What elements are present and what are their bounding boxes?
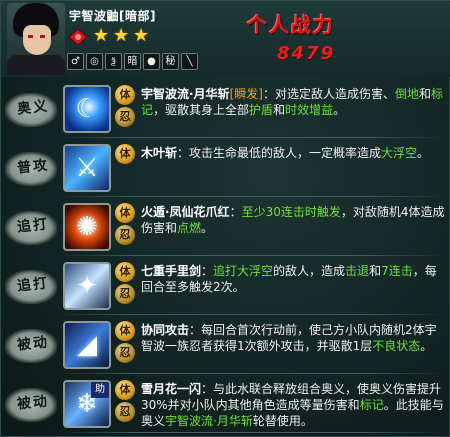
star-icon: ★ [113,25,130,46]
element-icon: 暗 [124,53,141,70]
skill-type-tag: 被动 [5,382,57,426]
skill-row: 被动 ❄ 助体忍雪月花一闪：与此水联合释放组合奥义，使奥义伤害提升30%并对小队内其… [1,374,450,433]
skill-text: ： [201,264,214,278]
element-icon: ѯ [105,53,122,70]
assist-badge: 助 [91,382,109,398]
skill-text: ：对选定敌人造成伤害、 [262,87,395,101]
power-badge: 个人战力 8479 [239,7,369,69]
skill-type-tag: 追打 [5,205,57,249]
skill-text: ： [229,205,242,219]
skill-text: 宇智波流·月华斩 [165,414,253,428]
element-icon: ◎ [86,53,103,70]
rating-stars: ★ ★ ★ [93,27,151,45]
skill-text: 。 [201,221,214,235]
power-value: 8479 [277,43,336,64]
skill-text: 护盾 [249,103,274,117]
kunai-slash-icon[interactable]: ⚔ [63,144,111,192]
ninjutsu-medal-icon: 忍 [115,284,135,304]
skill-name: 火遁·凤仙花爪红 [141,205,230,219]
skill-medals: 体忍 [115,321,137,365]
skill-text: 。 [417,146,430,160]
skill-description: 七重手里剑：追打大浮空的敌人，造成击退和7连击，每回合至多触发2次。 [141,263,445,295]
cooperation-icon[interactable]: ◢ [63,321,111,369]
star-icon: ★ [93,25,110,46]
skill-text: 至少30连击时触发 [241,205,341,219]
character-skill-panel: 宇智波鼬[暗部] ★ ★ ★ ♂ ◎ ѯ 暗 ● 秘 ╲ 个人战力 8479 奥义 ☾ 体忍宇智波流… [0,0,450,437]
skill-text: 和 [369,264,382,278]
skill-description: 宇智波流·月华斩[瞬发]：对选定敌人造成伤害、倒地和标记，驱散其身上全部护盾和时… [141,86,445,118]
skill-name: 雪月花一闪 [141,382,202,396]
skill-description: 协同攻击：每回合首次行动前，使己方小队内随机2体宇智波一族忍者获得1次额外攻击，… [141,322,445,354]
ninjutsu-medal-icon: 忍 [115,225,135,245]
skill-text: 和 [273,103,286,117]
fire-claw-icon[interactable]: ✺ [63,203,111,251]
element-icon: ● [143,53,160,70]
skill-text: 。 [420,339,433,353]
character-name: 宇智波鼬[暗部] [69,9,156,23]
skill-name: 七重手里剑 [141,264,202,278]
skill-row: 被动 ◢ 体忍协同攻击：每回合首次行动前，使己方小队内随机2体宇智波一族忍者获得1次… [1,315,450,374]
moon-blade-icon[interactable]: ☾ [63,85,111,133]
skill-type-tag: 被动 [5,323,57,367]
snow-flower-flash-icon[interactable]: ❄ 助 [63,380,111,428]
skill-text: ，驱散其身上全部 [153,103,250,117]
skill-row: 奥义 ☾ 体忍宇智波流·月华斩[瞬发]：对选定敌人造成伤害、倒地和标记，驱散其身上全… [1,79,450,138]
skill-text: 追打大浮空 [213,264,274,278]
skill-text: 的敌人，造成 [273,264,346,278]
character-header: 宇智波鼬[暗部] ★ ★ ★ ♂ ◎ ѯ 暗 ● 秘 ╲ 个人战力 8479 [1,1,450,77]
skill-text: 时效增益 [285,103,334,117]
taijutsu-medal-icon: 体 [115,262,135,282]
element-icon: 秘 [162,53,179,70]
skill-text: 点燃 [177,221,202,235]
element-icon: ╲ [181,53,198,70]
element-icons: ♂ ◎ ѯ 暗 ● 秘 ╲ [67,53,198,70]
skill-medals: 体忍 [115,203,137,247]
taijutsu-medal-icon: 体 [115,85,135,105]
skill-text: 击退 [345,264,370,278]
skill-medals: 体忍 [115,85,137,129]
skill-text: 和 [418,87,431,101]
clan-fan-icon [68,28,88,46]
taijutsu-medal-icon: 体 [115,380,135,400]
ninjutsu-medal-icon: 忍 [115,343,135,363]
skill-text: 倒地 [394,87,419,101]
skill-medals: 体忍 [115,262,137,306]
skill-row: 追打 ✦ 体忍七重手里剑：追打大浮空的敌人，造成击退和7连击，每回合至多触发2次。 [1,256,450,315]
shuriken-icon[interactable]: ✦ [63,262,111,310]
ninjutsu-medal-icon: 忍 [115,402,135,422]
skill-list: 奥义 ☾ 体忍宇智波流·月华斩[瞬发]：对选定敌人造成伤害、倒地和标记，驱散其身上全… [1,79,450,433]
taijutsu-medal-icon: 体 [115,203,135,223]
skill-text: 轮替使用。 [252,414,313,428]
element-icon: ♂ [67,53,84,70]
skill-text: ：攻击生命最低的敌人，一定概率造成 [177,146,382,160]
skill-description: 火遁·凤仙花爪红：至少30连击时触发，对敌随机4体造成伤害和点燃。 [141,204,445,236]
ninjutsu-medal-icon: 忍 [115,107,135,127]
character-portrait [7,3,65,75]
skill-text: 不良状态 [372,339,421,353]
taijutsu-medal-icon: 体 [115,144,135,164]
skill-name: 协同攻击 [141,323,190,337]
skill-description: 雪月花一闪：与此水联合释放组合奥义，使奥义伤害提升30%并对小队内其他角色造成等… [141,381,445,429]
skill-type-tag: 普攻 [5,146,57,190]
power-title: 个人战力 [247,13,335,37]
skill-type-tag: 追打 [5,264,57,308]
skill-medals: 体忍 [115,380,137,424]
skill-text: 7连击 [381,264,413,278]
skill-type-tag: 奥义 [5,87,57,131]
skill-text: 大浮空 [381,146,418,160]
skill-name: 宇智波流·月华斩 [141,87,230,101]
skill-text: 。 [333,103,346,117]
skill-row: 追打 ✺ 体忍火遁·凤仙花爪红：至少30连击时触发，对敌随机4体造成伤害和点燃。 [1,197,450,256]
star-icon: ★ [133,25,150,46]
skill-name: 木叶斩 [141,146,178,160]
skill-row: 普攻 ⚔ 体木叶斩：攻击生命最低的敌人，一定概率造成大浮空。 [1,138,450,197]
skill-description: 木叶斩：攻击生命最低的敌人，一定概率造成大浮空。 [141,145,445,161]
skill-text: 标记 [359,398,384,412]
skill-text: [瞬发] [229,87,263,101]
skill-medals: 体 [115,144,137,166]
taijutsu-medal-icon: 体 [115,321,135,341]
